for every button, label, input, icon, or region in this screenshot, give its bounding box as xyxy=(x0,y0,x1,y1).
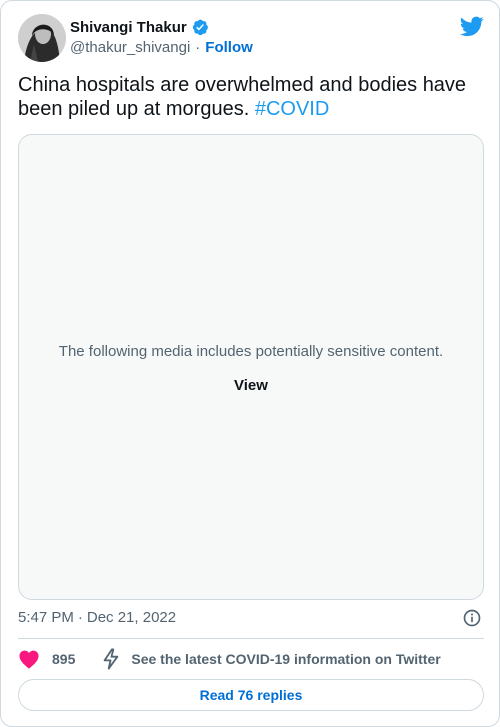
author-handle[interactable]: @thakur_shivangi xyxy=(70,39,190,56)
like-button[interactable]: 895 xyxy=(18,649,75,669)
sensitive-content-warning: The following media includes potentially… xyxy=(58,343,444,360)
tweet-body: China hospitals are overwhelmed and bodi… xyxy=(18,74,467,120)
sensitive-media-container: The following media includes potentially… xyxy=(18,134,484,600)
tweet-text: China hospitals are overwhelmed and bodi… xyxy=(18,73,488,121)
avatar-photo xyxy=(18,14,66,62)
avatar[interactable] xyxy=(18,14,66,62)
timestamp-separator: · xyxy=(77,609,83,626)
covid-info-link[interactable]: See the latest COVID-19 information on T… xyxy=(101,648,441,670)
tweet-date[interactable]: Dec 21, 2022 xyxy=(87,609,176,626)
covid-info-text: See the latest COVID-19 information on T… xyxy=(131,651,441,667)
divider xyxy=(18,638,484,639)
heart-icon xyxy=(19,650,39,669)
tweet-actions: 895 See the latest COVID-19 information … xyxy=(18,647,441,671)
view-media-button[interactable]: View xyxy=(225,375,277,397)
author-handle-row: @thakur_shivangi · Follow xyxy=(70,39,253,56)
tweet-timestamp[interactable]: 5:47 PM · Dec 21, 2022 xyxy=(18,609,176,626)
info-icon[interactable] xyxy=(462,608,482,628)
follow-button[interactable]: Follow xyxy=(205,39,253,56)
hashtag-link[interactable]: #COVID xyxy=(255,98,329,120)
like-count: 895 xyxy=(52,651,76,667)
lightning-icon xyxy=(104,648,119,670)
handle-separator: · xyxy=(195,39,201,56)
author-display-name[interactable]: Shivangi Thakur xyxy=(70,19,187,36)
tweet-time[interactable]: 5:47 PM xyxy=(18,609,74,626)
verified-badge-icon xyxy=(192,19,208,36)
read-replies-button[interactable]: Read 76 replies xyxy=(18,679,484,711)
twitter-bird-icon[interactable] xyxy=(460,16,484,37)
tweet-card: Shivangi Thakur @thakur_shivangi · Follo… xyxy=(0,0,500,727)
author-name-row: Shivangi Thakur xyxy=(70,18,209,36)
